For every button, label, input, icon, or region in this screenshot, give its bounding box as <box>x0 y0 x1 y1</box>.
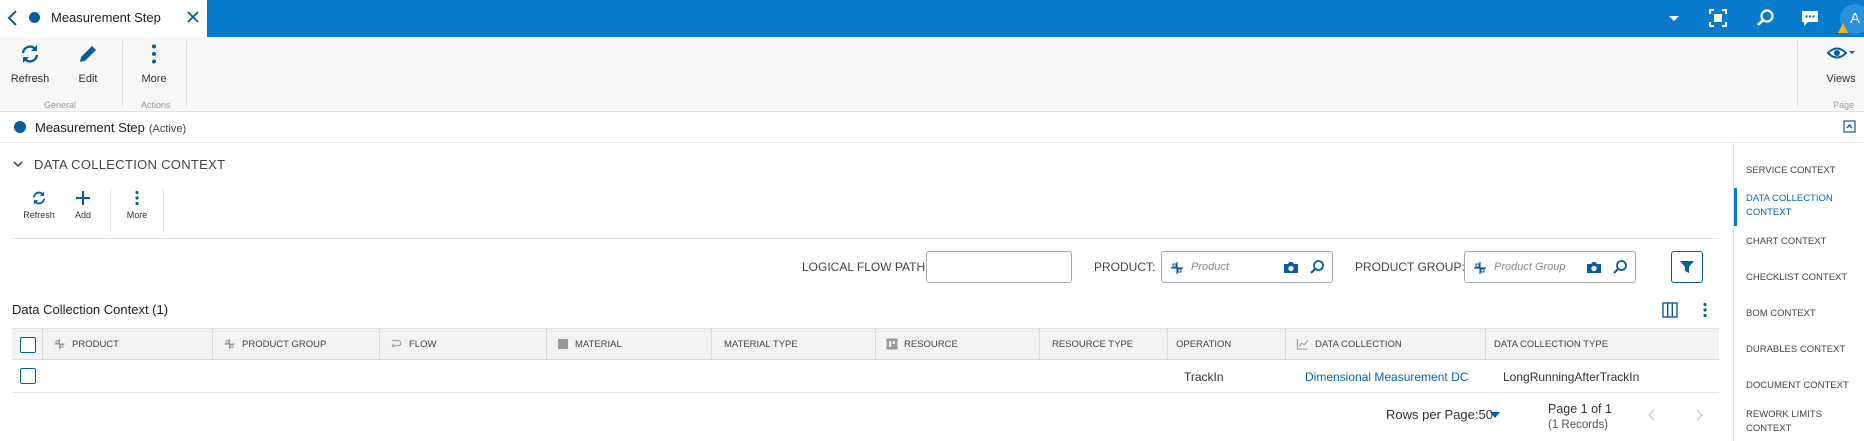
product-input[interactable]: Product <box>1161 251 1333 283</box>
filter-button[interactable] <box>1671 251 1703 283</box>
entity-state: (Active) <box>148 123 187 135</box>
pencil-icon <box>80 46 96 62</box>
product-hierarchy-icon <box>224 338 235 350</box>
nav-checklist-context[interactable]: CHECKLIST CONTEXT <box>1746 271 1861 285</box>
eye-icon <box>1827 47 1855 59</box>
more-vertical-icon <box>152 44 156 64</box>
cell-data-collection-link[interactable]: Dimensional Measurement DC <box>1305 370 1468 384</box>
camera-icon[interactable] <box>1283 260 1299 274</box>
more-vertical-icon <box>135 190 139 206</box>
search-icon[interactable] <box>1755 7 1777 29</box>
group-label-general: General <box>44 100 77 110</box>
columns-icon[interactable] <box>1662 302 1678 318</box>
rows-per-page-label: Rows per Page:50 <box>1386 407 1493 422</box>
row-checkbox[interactable] <box>20 368 36 384</box>
entity-header: Measurement Step (Active) <box>0 112 1864 143</box>
column-header-operation[interactable]: OPERATION <box>1168 329 1286 361</box>
entity-title: Measurement Step (Active) <box>35 120 187 135</box>
rows-per-page-dropdown-icon[interactable] <box>1489 410 1501 420</box>
flow-icon <box>391 340 402 348</box>
nav-service-context[interactable]: SERVICE CONTEXT <box>1746 164 1861 178</box>
table-row[interactable]: TrackIn Dimensional Measurement DC LongR… <box>12 360 1719 393</box>
ribbon-separator <box>186 41 187 107</box>
more-button[interactable]: More <box>126 43 182 91</box>
active-indicator <box>1734 188 1737 226</box>
next-page-icon[interactable] <box>1694 408 1704 422</box>
views-button[interactable]: Views <box>1813 43 1864 91</box>
camera-icon[interactable] <box>1586 260 1602 274</box>
section-add-button[interactable]: Add <box>61 190 105 220</box>
column-header-data-collection[interactable]: DATA COLLECTION <box>1286 329 1486 361</box>
select-all-checkbox[interactable] <box>20 337 36 353</box>
ribbon-toolbar: Refresh Edit More General Actions Views … <box>0 37 1864 112</box>
close-icon[interactable] <box>186 10 200 24</box>
top-bar: Measurement Step A <box>0 0 1864 37</box>
column-header-material-type[interactable]: MATERIAL TYPE <box>712 329 876 361</box>
barcode-scan-icon[interactable] <box>1707 7 1729 29</box>
refresh-icon <box>32 191 46 205</box>
funnel-icon <box>1680 261 1694 273</box>
product-hierarchy-icon <box>54 338 65 350</box>
pager-records: (1 Records) <box>1548 419 1609 431</box>
nav-rework-limits-context[interactable]: REWORK LIMITS CONTEXT <box>1746 408 1861 436</box>
material-icon <box>558 339 568 349</box>
refresh-icon <box>21 45 39 63</box>
product-label: PRODUCT: <box>1094 260 1156 274</box>
nav-document-context[interactable]: DOCUMENT CONTEXT <box>1746 379 1861 393</box>
refresh-button[interactable]: Refresh <box>2 43 58 91</box>
dropdown-caret-icon[interactable] <box>1663 7 1685 29</box>
grid-title: Data Collection Context (1) <box>12 302 169 317</box>
section-title: DATA COLLECTION CONTEXT <box>34 157 226 172</box>
chevron-down-icon[interactable] <box>12 158 24 170</box>
section-separator <box>110 189 111 233</box>
ribbon-separator <box>122 41 123 107</box>
logical-flow-path-label: LOGICAL FLOW PATH: <box>802 260 929 274</box>
logical-flow-path-input[interactable] <box>926 251 1072 283</box>
product-group-input[interactable]: Product Group <box>1464 251 1636 283</box>
column-header-resource[interactable]: RESOURCE <box>876 329 1040 361</box>
section-separator <box>163 189 164 233</box>
column-header-data-collection-type[interactable]: DATA COLLECTION TYPE <box>1486 329 1719 361</box>
group-label-page: Page <box>1833 100 1855 110</box>
column-header-flow[interactable]: FLOW <box>380 329 547 361</box>
nav-chart-context[interactable]: CHART CONTEXT <box>1746 235 1861 249</box>
search-icon[interactable] <box>1612 259 1628 275</box>
prev-page-icon[interactable] <box>1647 408 1657 422</box>
column-header-product[interactable]: PRODUCT <box>43 329 213 361</box>
search-icon[interactable] <box>1309 259 1325 275</box>
entity-tab[interactable]: Measurement Step <box>0 0 207 37</box>
ribbon-separator <box>1797 41 1798 107</box>
nav-data-collection-context[interactable]: DATA COLLECTION CONTEXT <box>1746 192 1861 220</box>
plus-icon <box>76 191 90 205</box>
nav-bom-context[interactable]: BOM CONTEXT <box>1746 307 1861 321</box>
column-header-select <box>12 329 43 361</box>
product-hierarchy-icon <box>1171 262 1183 274</box>
cell-data-collection-type: LongRunningAfterTrackIn <box>1503 370 1640 384</box>
chevron-left-icon[interactable] <box>6 9 20 27</box>
column-header-product-group[interactable]: PRODUCT GROUP <box>213 329 380 361</box>
chart-line-icon <box>1296 338 1309 350</box>
collapse-header-icon[interactable] <box>1843 120 1856 133</box>
cell-operation: TrackIn <box>1184 370 1224 384</box>
table-header: PRODUCT PRODUCT GROUP FLOW MATERIAL MATE… <box>12 328 1719 361</box>
chat-icon[interactable] <box>1799 7 1821 29</box>
edit-button[interactable]: Edit <box>60 43 116 91</box>
warning-icon <box>1838 23 1848 33</box>
product-group-label: PRODUCT GROUP: <box>1355 260 1465 274</box>
more-vertical-icon[interactable] <box>1699 302 1711 318</box>
product-hierarchy-icon <box>1474 262 1486 274</box>
toolbar-divider <box>12 238 1719 239</box>
group-label-actions: Actions <box>141 100 171 110</box>
resource-icon <box>886 338 898 350</box>
column-header-material[interactable]: MATERIAL <box>547 329 712 361</box>
status-dot <box>29 12 40 23</box>
context-navigation: SERVICE CONTEXT DATA COLLECTION CONTEXT … <box>1733 143 1864 441</box>
status-dot <box>14 121 26 133</box>
pager-page: Page 1 of 1 <box>1548 402 1612 416</box>
section-refresh-button[interactable]: Refresh <box>17 190 61 220</box>
section-more-button[interactable]: More <box>115 190 159 220</box>
column-header-resource-type[interactable]: RESOURCE TYPE <box>1040 329 1168 361</box>
tab-title: Measurement Step <box>51 10 161 25</box>
nav-durables-context[interactable]: DURABLES CONTEXT <box>1746 343 1861 357</box>
